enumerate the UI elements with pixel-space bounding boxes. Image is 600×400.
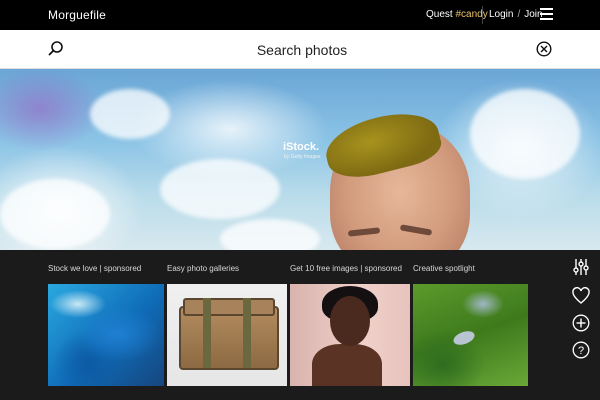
nav-divider [482, 6, 483, 24]
sliders-icon[interactable] [572, 258, 590, 276]
water-splash [0, 179, 110, 249]
search-input[interactable] [150, 38, 454, 62]
water-splash [90, 89, 170, 139]
auth-links: Login / Join [489, 9, 543, 20]
quest-label: Quest [426, 9, 456, 20]
plus-circle-icon[interactable] [572, 314, 590, 332]
section-title-spotlight[interactable]: Creative spotlight [413, 264, 475, 273]
portrait-head [330, 296, 370, 346]
water-splash [220, 219, 320, 250]
suitcase-lid [183, 298, 275, 316]
suitcase-strap [203, 298, 211, 368]
auth-separator: / [517, 9, 521, 20]
istock-subtitle: by Getty Images [284, 154, 321, 160]
svg-text:?: ? [578, 345, 584, 357]
section-title-free-images[interactable]: Get 10 free images | sponsored [290, 264, 402, 273]
heart-icon[interactable] [572, 287, 590, 305]
water-splash [470, 89, 580, 179]
tile-gallery-suitcase[interactable] [167, 284, 287, 386]
search-icon[interactable] [48, 40, 64, 56]
istock-logo[interactable]: iStock. [283, 141, 319, 153]
section-title-stock[interactable]: Stock we love | sponsored [48, 264, 141, 273]
hamburger-icon[interactable] [540, 8, 553, 20]
tile-stock-feathers[interactable] [48, 284, 164, 386]
quest-link[interactable]: Quest #candy [426, 9, 488, 20]
close-circle-icon[interactable] [536, 41, 552, 57]
question-circle-icon[interactable]: ? [572, 341, 590, 359]
brand-logo[interactable]: Morguefile [48, 8, 106, 22]
suitcase-strap [243, 298, 251, 368]
bird-shape [451, 328, 477, 348]
water-splash [160, 159, 280, 219]
top-navigation-bar: Morguefile Quest #candy Login / Join [0, 0, 600, 30]
portrait-body [312, 344, 382, 386]
tile-free-portrait[interactable] [290, 284, 410, 386]
login-link[interactable]: Login [489, 9, 513, 20]
hero-banner[interactable]: iStock. by Getty Images [0, 69, 600, 250]
section-title-galleries[interactable]: Easy photo galleries [167, 264, 239, 273]
tile-spotlight-bird[interactable] [413, 284, 528, 386]
search-bar [0, 30, 600, 69]
